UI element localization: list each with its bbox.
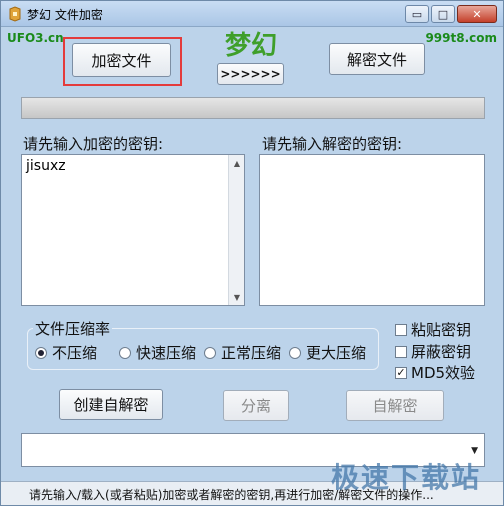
maximize-icon: □ [437,7,449,21]
radio-label: 更大压缩 [306,344,367,362]
minimize-icon: ▭ [411,7,423,21]
compression-title: 文件压缩率 [33,318,113,339]
radio-label: 正常压缩 [221,344,282,362]
split-button[interactable]: 分离 [223,390,289,421]
mask-key-checkbox[interactable]: 屏蔽密钥 [395,341,471,362]
arrow-button[interactable]: >>>>>> [217,63,284,85]
radio-dot-icon [204,346,216,359]
progress-bar [21,97,485,119]
checkbox-label: MD5效验 [411,364,476,382]
app-icon [9,6,21,22]
radio-dot-icon [35,346,47,359]
checkbox-label: 屏蔽密钥 [411,343,472,361]
decrypt-file-button[interactable]: 解密文件 [329,43,425,75]
encrypt-file-button[interactable]: 加密文件 [72,43,171,77]
self-decrypt-button[interactable]: 自解密 [346,390,444,421]
decrypt-key-label: 请先输入解密的密钥: [262,135,403,153]
checkbox-label: 粘贴密钥 [411,321,472,339]
radio-label: 快速压缩 [136,344,197,362]
paste-key-checkbox[interactable]: 粘贴密钥 [395,319,471,340]
checkbox-icon [395,323,407,336]
title-bar: 梦幻 文件加密 ▭ □ ✕ [1,1,503,27]
radio-normal-compress[interactable]: 正常压缩 [204,342,281,363]
encrypt-key-label: 请先输入加密的密钥: [23,135,164,153]
checkmark-icon: ✓ [395,365,407,379]
radio-max-compress[interactable]: 更大压缩 [289,342,366,363]
window-title: 梦幻 文件加密 [27,8,103,22]
logo-text: 梦幻 [224,31,277,61]
radio-label: 不压缩 [52,344,98,362]
create-self-decrypt-button[interactable]: 创建自解密 [59,389,163,420]
scroll-up-icon[interactable]: ▲ [229,155,245,171]
radio-dot-icon [119,346,131,359]
close-button[interactable]: ✕ [457,5,497,23]
encrypt-key-value: jisuxz [26,158,66,174]
brand-left: UFO3.cn [7,31,64,45]
encrypt-key-scrollbar[interactable]: ▲ ▼ [228,155,244,305]
chevron-down-icon[interactable]: ▼ [471,446,478,456]
md5-verify-checkbox[interactable]: ✓ MD5效验 [395,362,475,383]
brand-right: 999t8.com [425,31,497,45]
watermark-text: 极速下载站 [331,461,482,494]
decrypt-key-input[interactable] [259,154,485,306]
checkbox-icon [395,345,407,358]
radio-no-compress[interactable]: 不压缩 [35,342,97,363]
radio-dot-icon [289,346,301,359]
minimize-button[interactable]: ▭ [405,5,429,23]
scroll-down-icon[interactable]: ▼ [229,289,245,305]
app-window: 梦幻 文件加密 ▭ □ ✕ UFO3.cn 999t8.com 梦幻 加密文件 … [0,0,504,506]
maximize-button[interactable]: □ [431,5,455,23]
radio-fast-compress[interactable]: 快速压缩 [119,342,196,363]
close-icon: ✕ [472,7,482,21]
encrypt-key-input[interactable]: jisuxz ▲ ▼ [21,154,245,306]
